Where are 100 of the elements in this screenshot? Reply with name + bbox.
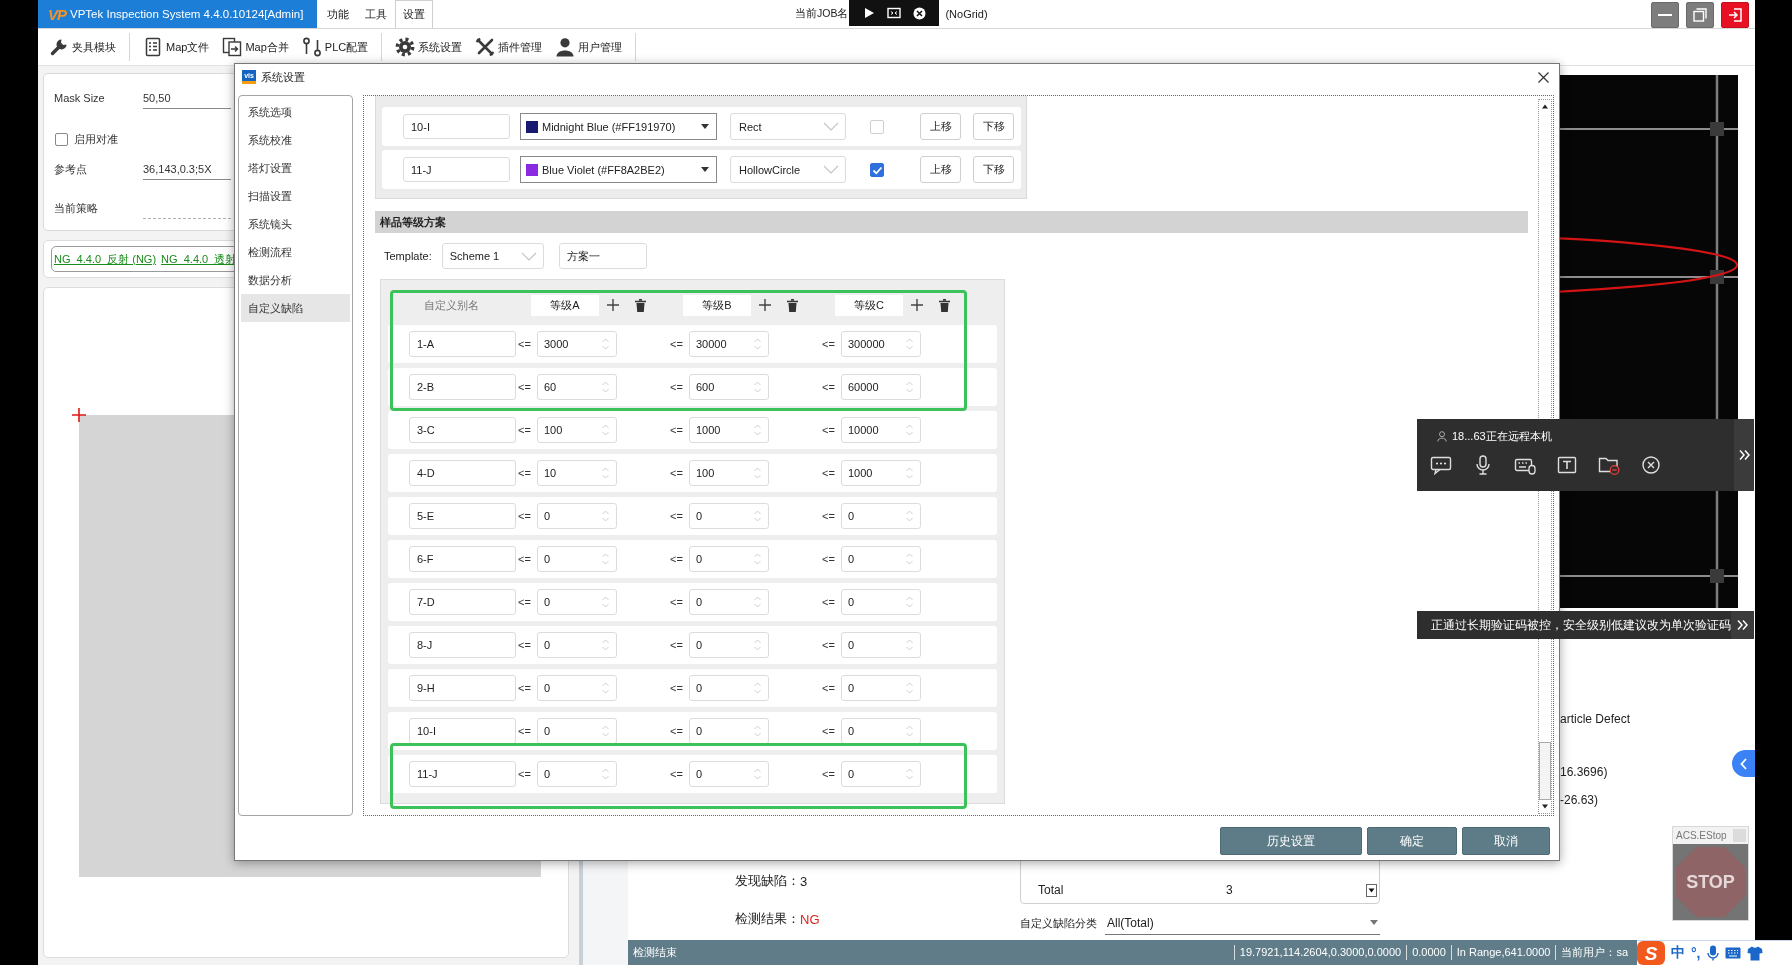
toolbar-button[interactable]: PLC配置 [301,32,369,62]
number-field[interactable]: 0 [841,589,921,615]
toolbar-button[interactable]: Map合并 [222,32,289,62]
exit-button[interactable] [1721,2,1749,28]
trash-icon[interactable] [635,298,646,312]
number-field[interactable]: 1000 [841,460,921,486]
text-field[interactable]: 36,143,0.3;5X [143,158,231,180]
spinner-icon[interactable] [753,423,762,437]
toolbar-button[interactable]: 用户管理 [555,32,623,62]
menu-tab[interactable]: 设置 [395,0,433,28]
result-link[interactable]: NG_4.4.0_反射 (NG) [54,251,157,267]
number-field[interactable]: 0 [689,761,769,787]
number-field[interactable]: 60000 [841,374,921,400]
checkbox[interactable] [870,162,884,177]
menu-tab[interactable]: 工具 [357,0,395,28]
number-field[interactable]: 10000 [841,417,921,443]
shape-dropdown[interactable]: HollowCircle [730,156,846,183]
alias-field[interactable]: 10-I [403,114,510,139]
spinner-icon[interactable] [601,724,610,738]
number-field[interactable]: 600 [689,374,769,400]
move-up-button[interactable]: 上移 [920,113,961,140]
menu-tab[interactable]: 功能 [319,0,357,28]
number-field[interactable]: 0 [689,589,769,615]
scheme-name-field[interactable]: 方案一 [558,243,647,269]
close-icon[interactable] [1538,71,1549,83]
number-field[interactable]: 100 [537,417,617,443]
stop-sign[interactable]: STOP [1675,847,1746,917]
keyboard-icon[interactable] [1724,947,1741,959]
number-field[interactable]: 0 [537,546,617,572]
microphone-icon[interactable] [1706,945,1719,961]
number-field[interactable]: 0 [537,675,617,701]
ime-mode-label[interactable]: °, [1691,945,1701,961]
nav-item[interactable]: 数据分析 [241,266,350,294]
number-field[interactable]: 10 [537,460,617,486]
alias-field[interactable]: 10-I [409,718,516,744]
color-dropdown[interactable]: Midnight Blue (#FF191970) [520,113,717,140]
spinner-icon[interactable] [753,380,762,394]
text-field[interactable]: 50,50 [143,87,231,109]
number-field[interactable]: 0 [689,675,769,701]
spinner-icon[interactable] [753,724,762,738]
trash-icon[interactable] [939,298,950,312]
shape-dropdown[interactable]: Rect [730,113,846,140]
double-chevron-icon[interactable] [1737,449,1751,461]
double-chevron-icon[interactable] [1736,619,1749,631]
spinner-icon[interactable] [753,509,762,523]
alias-field[interactable]: 11-J [409,761,516,787]
spinner-icon[interactable] [753,767,762,781]
screen-icon[interactable] [886,7,901,19]
spinner-icon[interactable] [905,423,914,437]
spinner-icon[interactable] [601,423,610,437]
number-field[interactable]: 0 [689,503,769,529]
spinner-icon[interactable] [601,767,610,781]
shirt-icon[interactable] [1746,945,1763,961]
alias-field[interactable]: 6-F [409,546,516,572]
number-field[interactable]: 0 [841,718,921,744]
spinner-icon[interactable] [905,767,914,781]
color-dropdown[interactable]: Blue Violet (#FF8A2BE2) [520,156,717,183]
spinner-icon[interactable] [905,337,914,351]
number-field[interactable]: 0 [841,761,921,787]
alias-field[interactable]: 4-D [409,460,516,486]
number-field[interactable]: 100 [689,460,769,486]
add-icon[interactable] [911,299,923,311]
spinner-icon[interactable] [601,681,610,695]
ime-mode-label[interactable]: 中 [1671,944,1685,962]
number-field[interactable]: 0 [689,718,769,744]
spinner-icon[interactable] [601,552,610,566]
toolbar-button[interactable]: Map文件 [143,32,210,62]
spinner-icon[interactable] [601,595,610,609]
spinner-icon[interactable] [601,509,610,523]
spinner-icon[interactable] [905,724,914,738]
text-tool-icon[interactable] [1556,455,1578,475]
alias-field[interactable]: 3-C [409,417,516,443]
spinner-icon[interactable] [905,552,914,566]
spinner-icon[interactable] [753,595,762,609]
template-dropdown[interactable]: Scheme 1 [441,243,544,269]
number-field[interactable]: 0 [537,503,617,529]
number-field[interactable]: 0 [689,632,769,658]
alias-field[interactable]: 2-B [409,374,516,400]
scroll-down-icon[interactable] [1366,883,1377,897]
number-field[interactable]: 0 [689,546,769,572]
move-down-button[interactable]: 下移 [973,113,1014,140]
nav-item[interactable]: 塔灯设置 [241,154,350,182]
number-field[interactable]: 0 [537,589,617,615]
spinner-icon[interactable] [601,380,610,394]
alias-field[interactable]: 1-A [409,331,516,357]
spinner-icon[interactable] [601,337,610,351]
spinner-icon[interactable] [905,595,914,609]
toolbar-button[interactable]: 插件管理 [475,32,543,62]
spinner-icon[interactable] [753,552,762,566]
number-field[interactable]: 0 [537,632,617,658]
nav-item[interactable]: 系统校准 [241,126,350,154]
chat-icon[interactable] [1430,455,1452,475]
spinner-icon[interactable] [753,337,762,351]
close-icon[interactable] [912,6,926,20]
spinner-icon[interactable] [753,681,762,695]
spinner-icon[interactable] [905,509,914,523]
dialog-button[interactable]: 取消 [1462,827,1550,855]
result-link[interactable]: NG_4.4.0_透射 [161,251,237,267]
number-field[interactable]: 0 [841,632,921,658]
number-field[interactable]: 0 [841,546,921,572]
